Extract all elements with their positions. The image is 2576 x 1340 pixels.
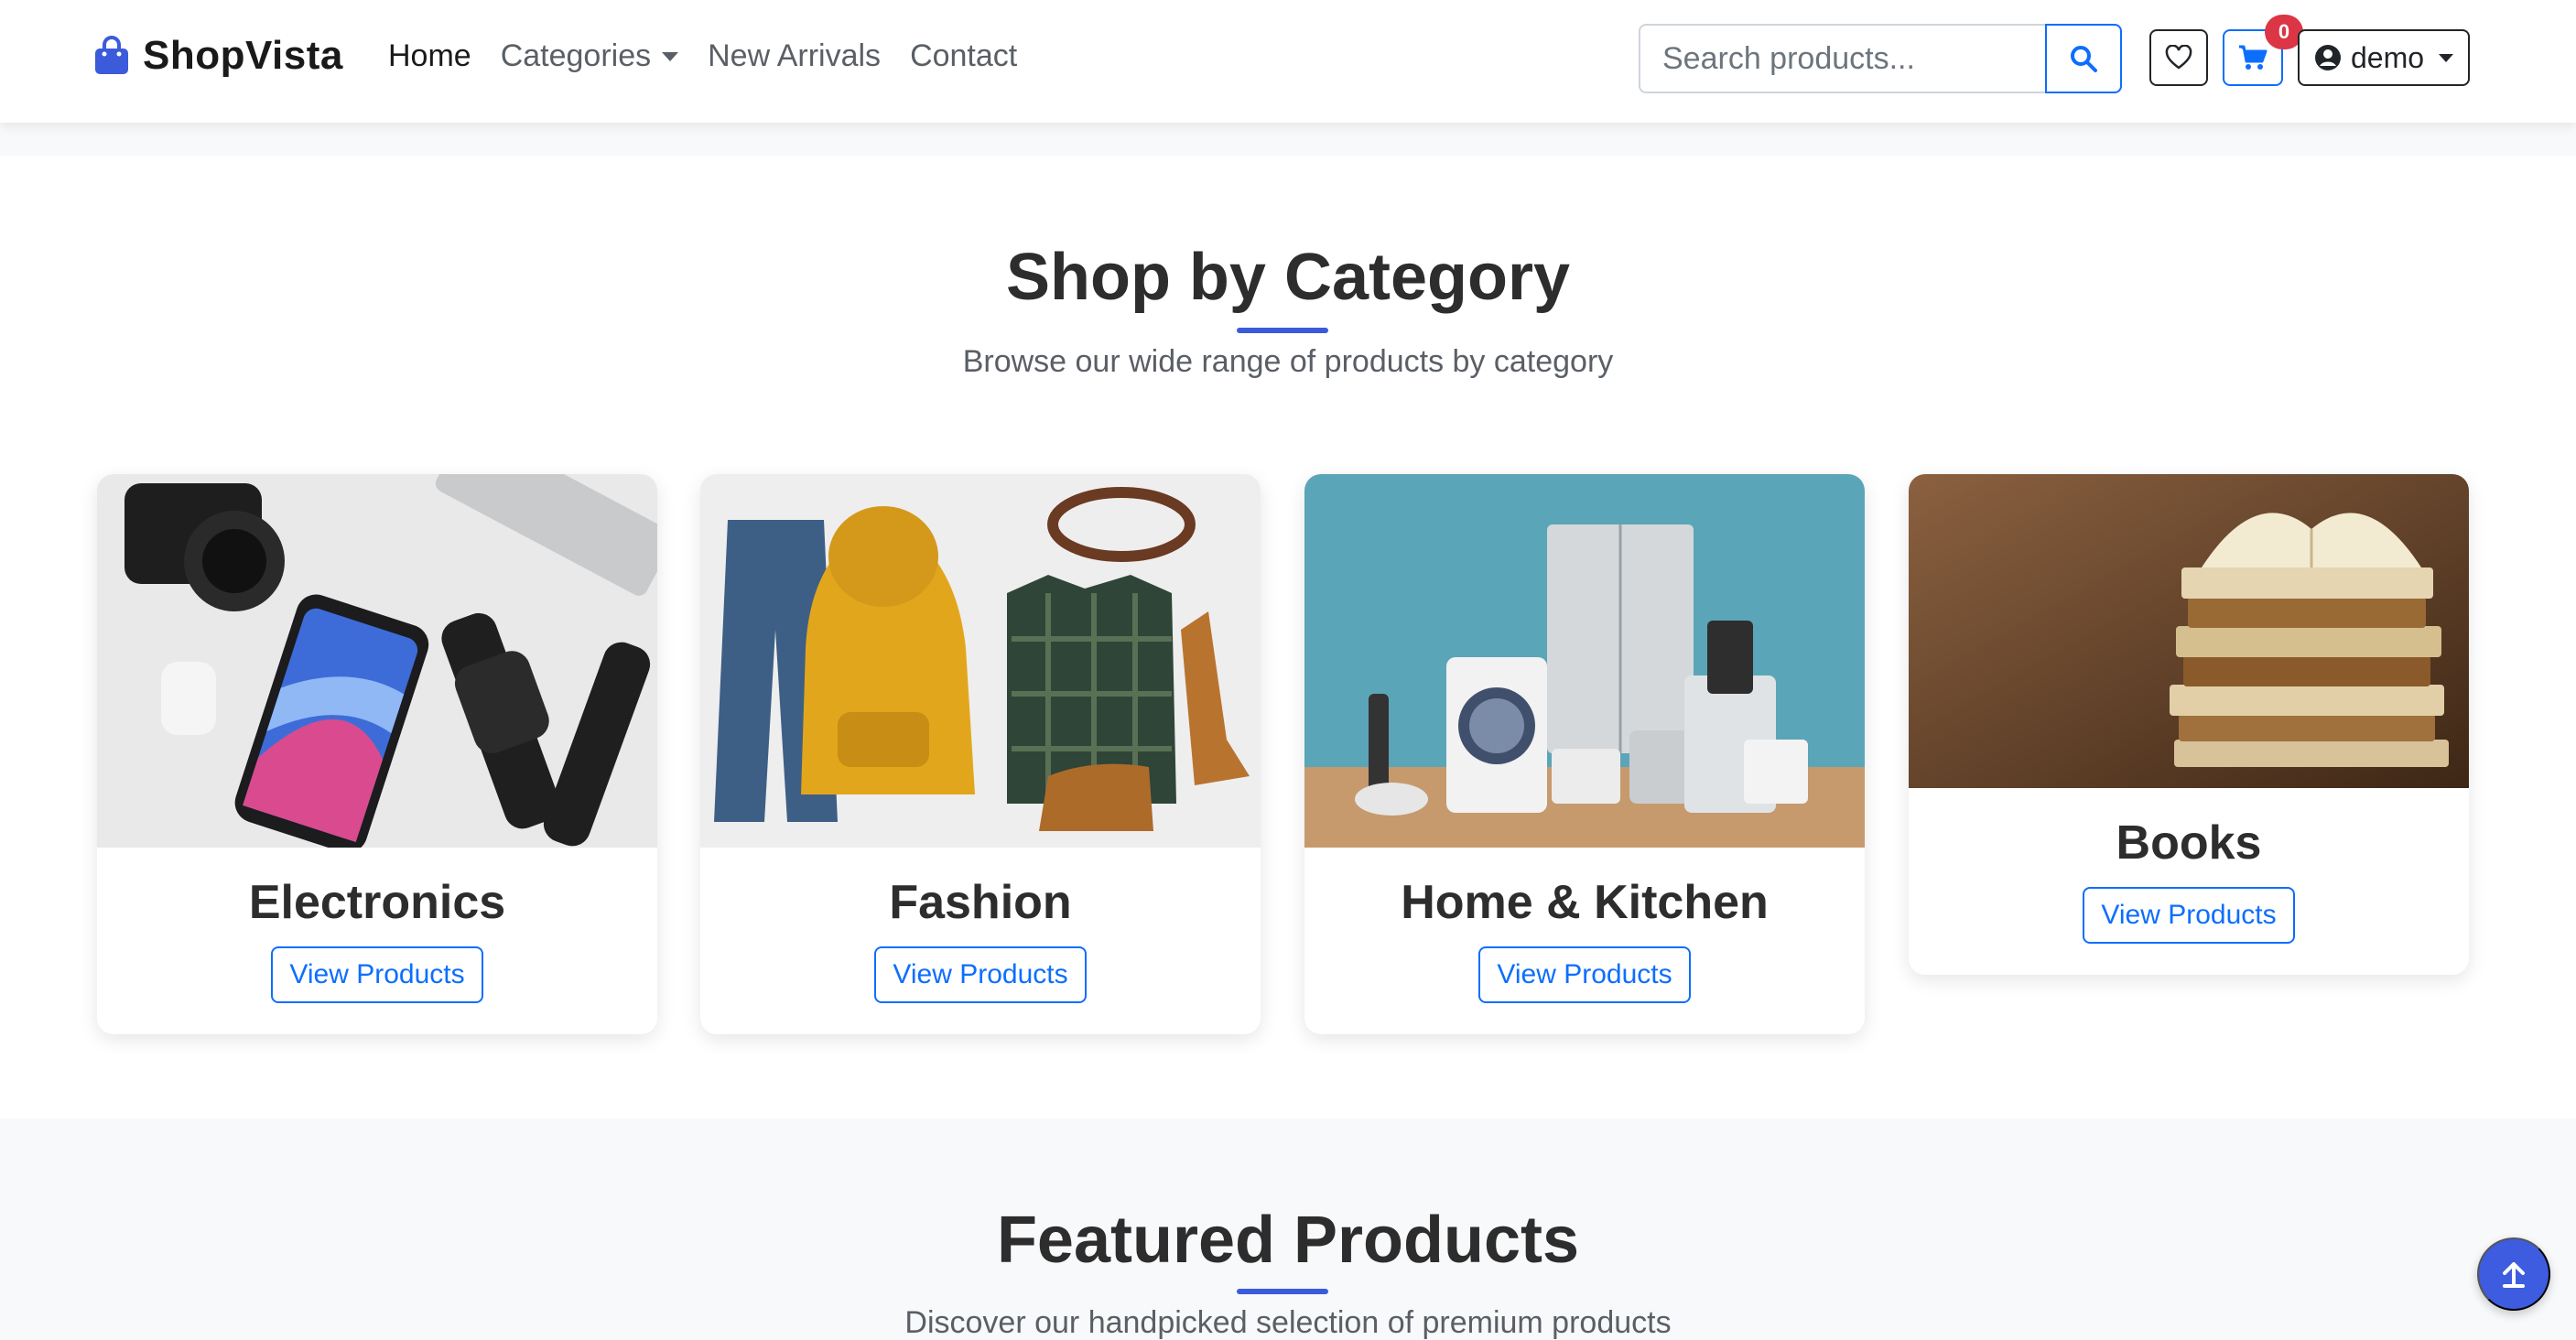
fashion-image (700, 474, 1261, 848)
home-kitchen-image (1304, 474, 1865, 848)
category-name: Books (2116, 816, 2262, 870)
category-card-home-kitchen: Home & Kitchen View Products (1304, 474, 1865, 1034)
user-circle-icon (2314, 45, 2341, 70)
view-products-button[interactable]: View Products (874, 946, 1087, 1003)
nav-contact[interactable]: Contact (910, 38, 1017, 74)
title-underline (1237, 328, 1328, 333)
nav-home[interactable]: Home (388, 38, 471, 74)
navbar: ShopVista Home Categories New Arrivals C… (0, 0, 2576, 123)
cart-button[interactable]: 0 (2223, 15, 2303, 86)
category-name: Home & Kitchen (1401, 876, 1769, 929)
user-menu-button[interactable]: demo (2298, 29, 2470, 86)
caret-down-icon (662, 51, 679, 61)
card-body: Books View Products (1909, 788, 2469, 975)
category-card-electronics: Electronics View Products (97, 474, 657, 1034)
category-card-fashion: Fashion View Products (700, 474, 1261, 1034)
main-nav: Home Categories New Arrivals Contact (388, 38, 1017, 74)
cart-icon (2239, 45, 2268, 70)
card-body: Electronics View Products (97, 848, 657, 1034)
search-button[interactable] (2045, 24, 2122, 93)
featured-section-subtitle: Discover our handpicked selection of pre… (904, 1305, 1672, 1340)
brand-name: ShopVista (143, 33, 343, 78)
section-divider (0, 123, 2576, 156)
view-products-button[interactable]: View Products (2083, 887, 2295, 944)
back-to-top-button[interactable] (2477, 1237, 2550, 1311)
brand-logo[interactable]: ShopVista (93, 33, 343, 79)
category-name: Electronics (248, 876, 506, 929)
wishlist-button[interactable] (2149, 29, 2208, 86)
category-section-title: Shop by Category (1005, 241, 1571, 314)
search-form (1639, 24, 2122, 93)
nav-categories-dropdown[interactable]: Categories (500, 38, 679, 74)
caret-down-icon (2439, 53, 2454, 62)
search-input[interactable] (1639, 24, 2045, 93)
search-icon (2071, 46, 2097, 72)
title-underline (1237, 1289, 1328, 1294)
category-section-subtitle: Browse our wide range of products by cat… (962, 344, 1614, 379)
arrow-up-icon (2503, 1262, 2525, 1288)
card-body: Home & Kitchen View Products (1304, 848, 1865, 1034)
bag-icon (93, 36, 130, 76)
featured-section-title: Featured Products (996, 1204, 1580, 1277)
card-body: Fashion View Products (700, 848, 1261, 1034)
view-products-button[interactable]: View Products (1478, 946, 1691, 1003)
nav-new-arrivals[interactable]: New Arrivals (708, 38, 881, 74)
heart-icon (2165, 45, 2192, 70)
electronics-image (97, 474, 657, 848)
books-image (1909, 474, 2469, 788)
category-card-books: Books View Products (1909, 474, 2469, 975)
user-name: demo (2350, 40, 2425, 74)
nav-categories-label: Categories (500, 38, 652, 73)
view-products-button[interactable]: View Products (271, 946, 483, 1003)
category-name: Fashion (889, 876, 1072, 929)
